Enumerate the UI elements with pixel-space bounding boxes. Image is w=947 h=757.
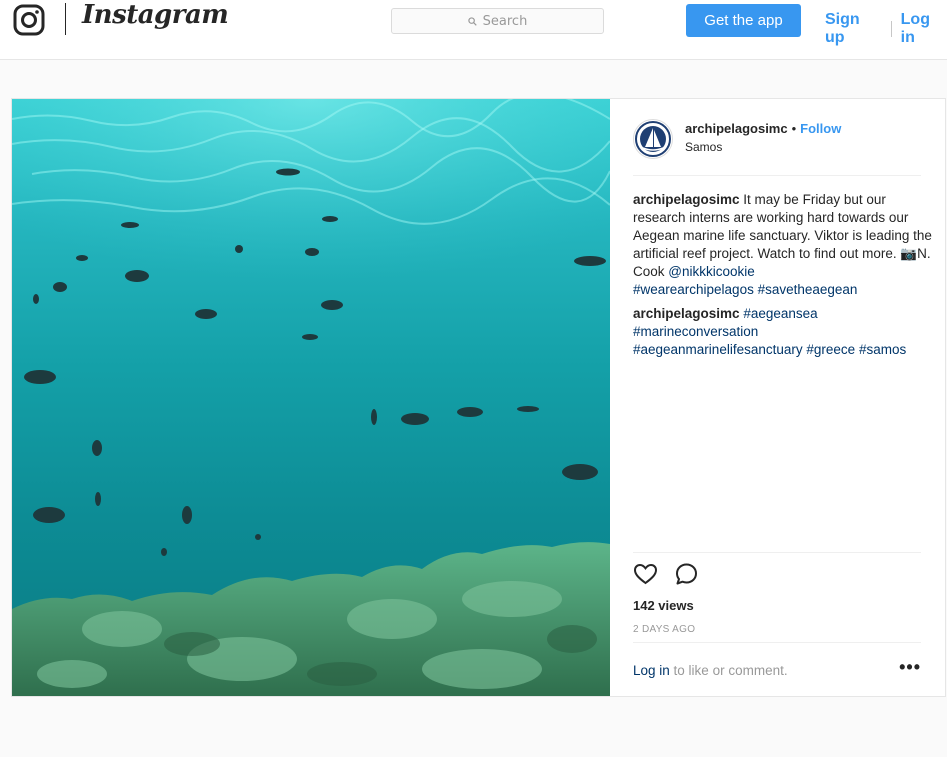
comment-bubble-icon[interactable] bbox=[674, 562, 699, 586]
hashtag-link[interactable]: #aegeansea bbox=[743, 306, 817, 321]
owner-username[interactable]: archipelagosimc bbox=[685, 121, 788, 136]
auth-links: Sign up Log in bbox=[825, 11, 947, 47]
more-options-button[interactable]: ••• bbox=[899, 657, 921, 678]
comment-paragraph: archipelagosimc #aegeansea #marineconver… bbox=[633, 305, 933, 359]
footer-divider bbox=[633, 642, 921, 643]
heart-icon[interactable] bbox=[633, 562, 658, 586]
owner-separator: • bbox=[791, 121, 797, 136]
auth-separator bbox=[890, 21, 892, 37]
avatar[interactable] bbox=[633, 119, 673, 159]
hashtag-link[interactable]: #marineconversation bbox=[633, 324, 758, 339]
comment-username[interactable]: archipelagosimc bbox=[633, 306, 740, 321]
follow-button[interactable]: Follow bbox=[800, 121, 841, 136]
log-in-comment-link[interactable]: Log in bbox=[633, 663, 670, 678]
caption-paragraph: archipelagosimc It may be Friday but our… bbox=[633, 191, 933, 299]
camera-emoji: 📷 bbox=[900, 246, 918, 261]
sailboat-logo-avatar bbox=[635, 121, 671, 157]
hashtag-link[interactable]: #aegeanmarinelifesanctuary bbox=[633, 342, 803, 357]
underwater-scene bbox=[12, 99, 610, 696]
get-the-app-button[interactable]: Get the app bbox=[686, 4, 801, 37]
search-placeholder: Search bbox=[482, 13, 528, 29]
top-navigation-bar: Instagram Search Get the app Sign up Log… bbox=[0, 0, 947, 60]
post-actions bbox=[633, 562, 699, 586]
post-details: archipelagosimc • Follow Samos archipelago… bbox=[610, 99, 945, 696]
login-prompt-text: to like or comment. bbox=[669, 663, 788, 678]
login-to-comment: Log in to like or comment. ••• bbox=[633, 657, 921, 678]
sign-up-link[interactable]: Sign up bbox=[825, 11, 882, 47]
post-card: archipelagosimc • Follow Samos archipelago… bbox=[11, 98, 946, 697]
post-location[interactable]: Samos bbox=[685, 140, 722, 154]
log-in-link[interactable]: Log in bbox=[901, 11, 947, 47]
caption-mention[interactable]: @nikkkicookie bbox=[668, 264, 754, 279]
hashtag-link[interactable]: #samos bbox=[859, 342, 906, 357]
header-divider bbox=[633, 175, 921, 176]
actions-divider bbox=[633, 552, 921, 553]
logo-divider bbox=[65, 3, 66, 35]
hashtag-link[interactable]: #wearearchipelagos bbox=[633, 282, 754, 297]
hashtag-link[interactable]: #savetheaegean bbox=[758, 282, 858, 297]
instagram-camera-icon[interactable] bbox=[13, 4, 45, 36]
instagram-wordmark[interactable]: Instagram bbox=[82, 0, 229, 30]
caption-block: archipelagosimc It may be Friday but our… bbox=[633, 191, 933, 365]
caption-username[interactable]: archipelagosimc bbox=[633, 192, 740, 207]
owner-line: archipelagosimc • Follow bbox=[685, 121, 841, 136]
hashtag-link[interactable]: #greece bbox=[806, 342, 855, 357]
post-video[interactable] bbox=[12, 99, 610, 696]
search-icon bbox=[467, 16, 477, 26]
view-count[interactable]: 142 views bbox=[633, 598, 694, 613]
post-timestamp[interactable]: 2 DAYS AGO bbox=[633, 624, 695, 635]
search-input[interactable]: Search bbox=[391, 8, 604, 34]
